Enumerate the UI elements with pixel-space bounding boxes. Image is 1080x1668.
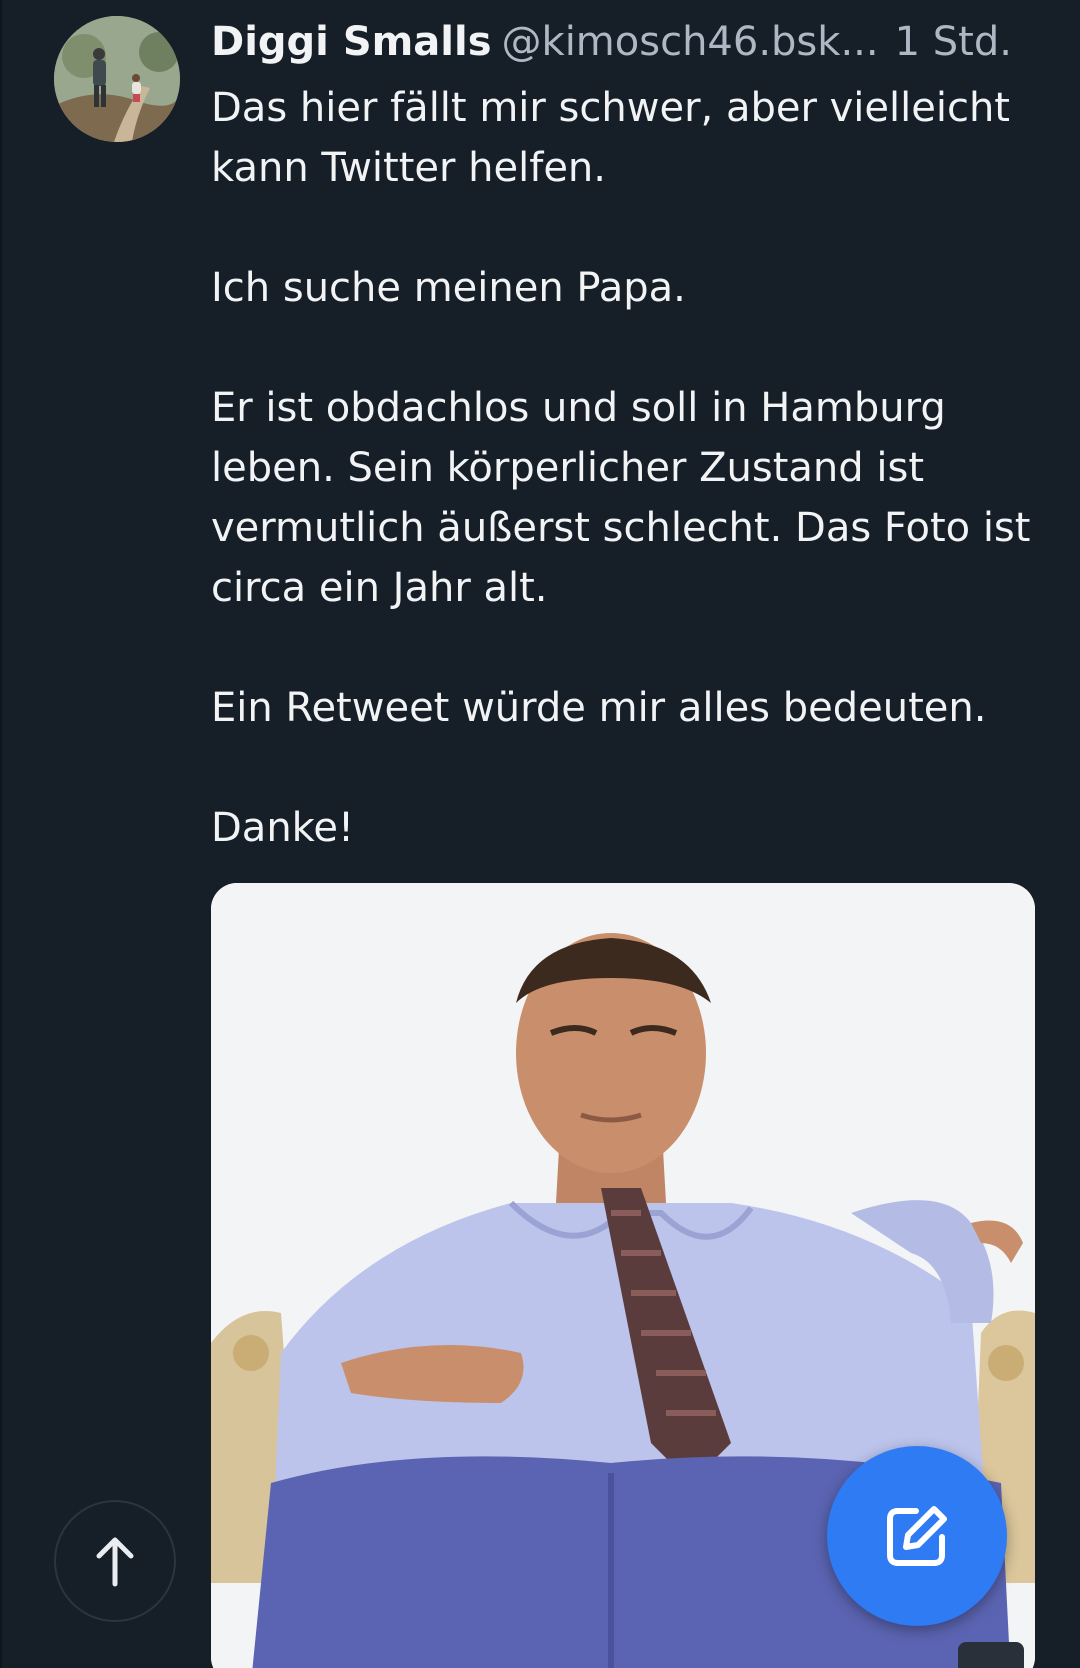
- author-handle[interactable]: @kimosch46.bsk...: [502, 19, 879, 65]
- alt-badge[interactable]: [958, 1642, 1024, 1668]
- feed-screen: Diggi Smalls @kimosch46.bsk... 1 Std. Das …: [0, 0, 1080, 1668]
- post-paragraph: Danke!: [211, 805, 355, 851]
- scroll-to-top-button[interactable]: [54, 1500, 176, 1622]
- divider: [0, 0, 2, 1668]
- post-paragraph: Ich suche meinen Papa.: [211, 265, 686, 311]
- post-paragraph: Er ist obdachlos und soll in Hamburg leb…: [211, 385, 1031, 611]
- arrow-up-icon: [96, 1537, 134, 1587]
- avatar[interactable]: [54, 16, 180, 142]
- author-name[interactable]: Diggi Smalls: [211, 19, 492, 65]
- avatar-image: [54, 16, 180, 142]
- compose-button[interactable]: [827, 1446, 1007, 1626]
- post-timestamp[interactable]: 1 Std.: [895, 19, 1012, 65]
- post-paragraph: Das hier fällt mir schwer, aber vielleic…: [211, 85, 1010, 191]
- post-header: Diggi Smalls @kimosch46.bsk... 1 Std.: [211, 14, 1041, 70]
- edit-icon: [887, 1506, 947, 1566]
- post-paragraph: Ein Retweet würde mir alles bedeuten.: [211, 685, 987, 731]
- post-text: Das hier fällt mir schwer, aber vielleic…: [211, 78, 1041, 858]
